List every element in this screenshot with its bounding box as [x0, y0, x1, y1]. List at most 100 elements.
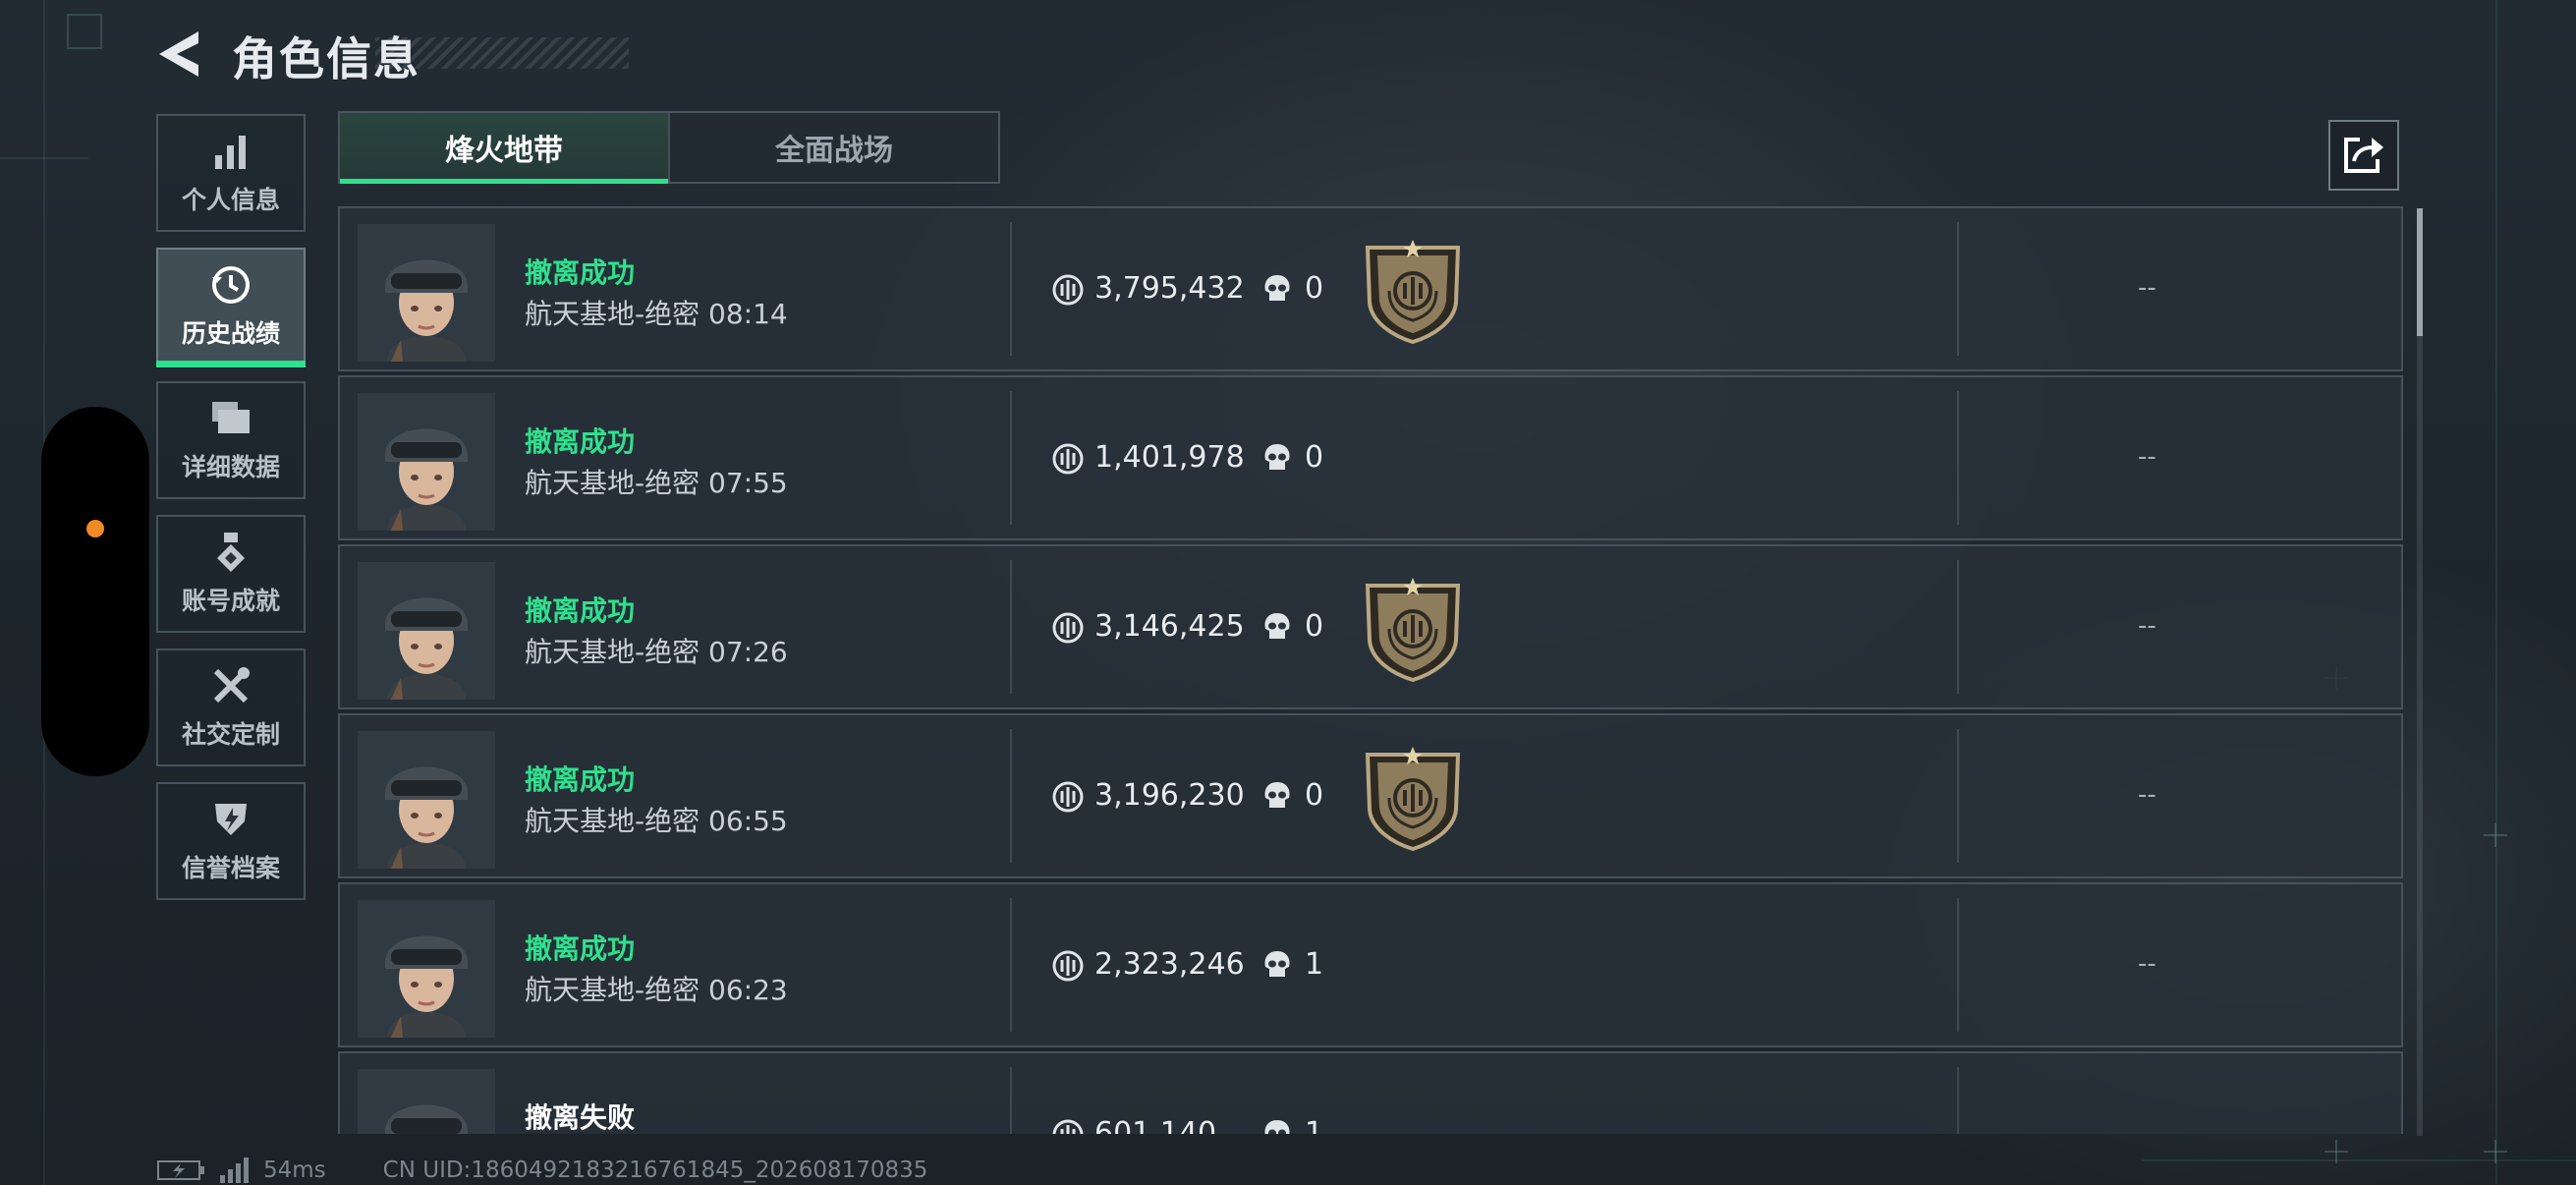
sidebar-item-achievements[interactable]: 账号成就 [156, 515, 306, 633]
sidebar-item-label: 详细数据 [181, 453, 280, 481]
column-divider [1957, 222, 1959, 356]
column-divider [1010, 1067, 1012, 1134]
loot-value: 3,795,432 [1094, 271, 1245, 306]
match-record-row[interactable]: 撤离失败 601,140 1 [338, 1051, 2403, 1134]
match-record-row[interactable]: 撤离成功 航天基地-绝密 08:14 3,795,432 0 -- [338, 206, 2403, 371]
column-divider [1957, 560, 1959, 694]
sidebar-item-reputation[interactable]: 信誉档案 [156, 782, 306, 900]
sidebar-item-label: 个人信息 [181, 186, 280, 214]
decor-crosshair [2484, 823, 2507, 847]
tab-full-battlefield[interactable]: 全面战场 [668, 113, 998, 182]
kill-count: 0 [1305, 609, 1324, 644]
coin-icon [1051, 442, 1085, 480]
status-footer: 54ms CN UID:1860492183216761845_20260817… [157, 1156, 927, 1185]
operator-avatar [358, 224, 495, 362]
share-button[interactable] [2328, 120, 2399, 191]
device-side-bar [41, 407, 149, 776]
map-and-time: 航天基地-绝密 08:14 [525, 298, 788, 330]
decor-line [2142, 1159, 2576, 1161]
match-record-row[interactable]: 撤离成功 航天基地-绝密 07:55 1,401,978 0 -- [338, 375, 2403, 540]
loot-value: 2,323,246 [1094, 947, 1245, 982]
tools-icon [209, 664, 252, 707]
coin-icon [1051, 949, 1085, 987]
operator-avatar [358, 731, 495, 869]
skull-icon [1261, 780, 1293, 818]
column-divider [1957, 1067, 1959, 1134]
medal-icon [209, 531, 252, 574]
skull-icon [1261, 273, 1293, 310]
scrollbar-track[interactable] [2417, 208, 2423, 1136]
ping-value: 54ms [263, 1157, 326, 1183]
extra-info: -- [2138, 273, 2156, 303]
scrollbar-thumb[interactable] [2417, 208, 2423, 336]
sidebar-item-label: 信誉档案 [181, 854, 280, 882]
extraction-status: 撤离成功 [525, 932, 636, 965]
skull-icon [1261, 949, 1293, 987]
title-decoration [375, 37, 629, 69]
rank-badge-icon [1362, 576, 1464, 683]
extraction-status: 撤离失败 [525, 1101, 636, 1134]
skull-icon [1261, 442, 1293, 480]
loot-value: 3,146,425 [1094, 609, 1245, 644]
map-and-time: 航天基地-绝密 07:26 [525, 636, 788, 668]
sidebar-item-personal-info[interactable]: 个人信息 [156, 114, 306, 232]
signal-icon [220, 1157, 249, 1183]
history-clock-icon [209, 263, 252, 307]
skull-icon [1261, 1118, 1293, 1134]
loot-value: 1,401,978 [1094, 440, 1245, 475]
column-divider [1010, 222, 1012, 356]
back-arrow-icon [159, 31, 198, 77]
extra-info: -- [2138, 949, 2156, 979]
operator-avatar [358, 562, 495, 700]
decor-crosshair [2324, 1140, 2348, 1163]
match-record-row[interactable]: 撤离成功 航天基地-绝密 06:23 2,323,246 1 -- [338, 882, 2403, 1047]
extra-info: -- [2138, 780, 2156, 810]
extraction-status: 撤离成功 [525, 256, 636, 289]
rank-badge-icon [1362, 745, 1464, 852]
extraction-status: 撤离成功 [525, 763, 636, 796]
column-divider [1010, 391, 1012, 525]
loot-value: 601,140 [1094, 1116, 1217, 1134]
tab-warzone[interactable]: 烽火地带 [340, 113, 668, 184]
sidebar-item-label: 社交定制 [181, 720, 280, 749]
kill-count: 0 [1305, 778, 1324, 813]
sidebar-item-label: 历史战绩 [181, 319, 280, 348]
extraction-status: 撤离成功 [525, 594, 636, 627]
column-divider [1010, 898, 1012, 1032]
rank-badge-icon [1362, 238, 1464, 345]
column-divider [1010, 560, 1012, 694]
match-record-row[interactable]: 撤离成功 航天基地-绝密 06:55 3,196,230 0 -- [338, 713, 2403, 878]
sidebar-item-detailed-data[interactable]: 详细数据 [156, 381, 306, 499]
decor-crosshair [2484, 1140, 2507, 1163]
share-icon [2344, 138, 2383, 173]
coin-icon [1051, 611, 1085, 649]
kill-count: 1 [1305, 947, 1324, 982]
column-divider [1957, 898, 1959, 1032]
sidebar-item-label: 账号成就 [181, 587, 280, 615]
extra-info: -- [2138, 442, 2156, 472]
match-history-list[interactable]: 撤离成功 航天基地-绝密 08:14 3,795,432 0 -- 撤离成功 航… [338, 206, 2403, 1134]
decor-line [2495, 0, 2497, 1185]
operator-avatar [358, 1069, 495, 1134]
mode-tabs: 烽火地带 全面战场 [338, 111, 1000, 184]
sidebar-item-match-history[interactable]: 历史战绩 [156, 248, 306, 367]
folder-icon [209, 397, 252, 440]
match-record-row[interactable]: 撤离成功 航天基地-绝密 07:26 3,146,425 0 -- [338, 544, 2403, 709]
column-divider [1957, 391, 1959, 525]
loot-value: 3,196,230 [1094, 778, 1245, 813]
map-and-time: 航天基地-绝密 06:55 [525, 805, 788, 837]
map-and-time: 航天基地-绝密 06:23 [525, 974, 788, 1006]
notification-dot [86, 520, 104, 537]
column-divider [1957, 729, 1959, 863]
reputation-icon [209, 798, 252, 841]
decor-square [67, 14, 102, 49]
extra-info: -- [2138, 611, 2156, 641]
operator-avatar [358, 900, 495, 1038]
kill-count: 0 [1305, 440, 1324, 475]
decor-line [0, 157, 88, 159]
sidebar-item-social-customization[interactable]: 社交定制 [156, 649, 306, 766]
kill-count: 1 [1305, 1116, 1324, 1134]
back-button[interactable] [155, 28, 206, 81]
coin-icon [1051, 1118, 1085, 1134]
coin-icon [1051, 273, 1085, 310]
